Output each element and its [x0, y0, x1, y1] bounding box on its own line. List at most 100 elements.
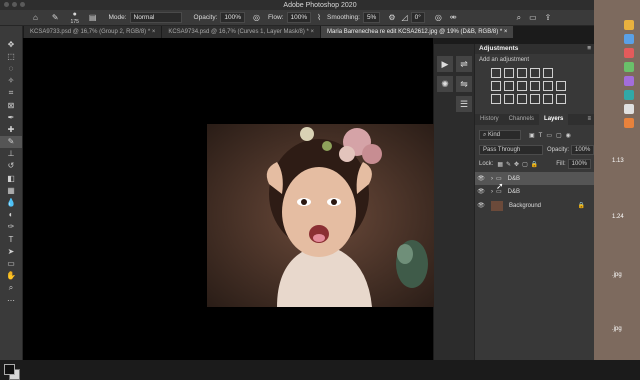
clone-stamp-icon[interactable]: ⊥: [0, 148, 22, 160]
tab-history[interactable]: History: [475, 114, 504, 125]
tab-layers[interactable]: Layers: [539, 114, 569, 125]
path-select-icon[interactable]: ➤: [0, 245, 22, 257]
brush-size-picker[interactable]: ● 175: [71, 11, 79, 25]
brightness-contrast-icon[interactable]: [491, 68, 501, 78]
tab-document-1[interactable]: KCSA9733.psd @ 16,7% (Group 2, RGB/8) * …: [24, 26, 163, 38]
pressure-opacity-icon[interactable]: ◎: [253, 13, 260, 22]
filter-type-icons[interactable]: ▣T▭▢◉: [529, 132, 575, 139]
dock-app-icon[interactable]: [624, 20, 634, 30]
gradient-tool-icon[interactable]: ▦: [0, 184, 22, 196]
brush-settings-icon[interactable]: ▤: [89, 13, 97, 22]
brush-tool-preset-icon[interactable]: ✎: [52, 13, 59, 22]
dock-app-icon[interactable]: [624, 48, 634, 58]
mode-select[interactable]: Normal: [129, 12, 182, 23]
curves-icon[interactable]: [517, 68, 527, 78]
dock-app-icon[interactable]: [624, 34, 634, 44]
close-icon[interactable]: ×: [504, 29, 508, 35]
frame-tool-icon[interactable]: ⊠: [0, 99, 22, 111]
photo-filter-icon[interactable]: [517, 81, 527, 91]
type-tool-icon[interactable]: T: [0, 233, 22, 245]
desktop-file-label[interactable]: 1.13: [612, 158, 624, 164]
more-tools-icon[interactable]: ⋯: [0, 294, 22, 306]
opacity-field[interactable]: 100%: [220, 12, 245, 23]
color-icon[interactable]: ✺: [437, 76, 453, 92]
blur-tool-icon[interactable]: 💧: [0, 196, 22, 208]
libraries-icon[interactable]: ☰: [456, 96, 472, 112]
symmetry-icon[interactable]: ⚮: [450, 13, 457, 22]
selective-color-icon[interactable]: [543, 94, 553, 104]
quick-select-icon[interactable]: ✧: [0, 75, 22, 87]
lasso-tool-icon[interactable]: ◌: [0, 62, 22, 74]
rectangle-tool-icon[interactable]: ▭: [0, 257, 22, 269]
color-balance-icon[interactable]: [491, 81, 501, 91]
layer-row[interactable]: 👁 › ▭ D&B: [475, 185, 595, 198]
share-icon[interactable]: ⇪: [545, 13, 552, 22]
window-controls[interactable]: [4, 2, 25, 7]
history-brush-icon[interactable]: ↺: [0, 160, 22, 172]
search-icon[interactable]: ⌕: [517, 13, 521, 22]
fill-field[interactable]: 100%: [567, 159, 591, 169]
zoom-tool-icon[interactable]: ⌕: [0, 282, 22, 294]
vibrance-icon[interactable]: [543, 68, 553, 78]
tab-document-3[interactable]: Maria Barrenechea re edit KCSA2612.jpg @…: [321, 26, 515, 38]
angle-field[interactable]: 0°: [410, 12, 425, 23]
hue-sat-icon[interactable]: [556, 81, 566, 91]
crop-tool-icon[interactable]: ⌗: [0, 87, 22, 99]
brush-panel-icon[interactable]: ⇋: [456, 76, 472, 92]
chevron-right-icon[interactable]: ›: [491, 176, 493, 182]
posterize-icon[interactable]: [504, 94, 514, 104]
blend-mode-select[interactable]: Pass Through: [479, 145, 543, 155]
healing-brush-icon[interactable]: ✚: [0, 123, 22, 135]
black-white-icon[interactable]: [504, 81, 514, 91]
hand-tool-icon[interactable]: ✋: [0, 270, 22, 282]
dock-app-icon[interactable]: [624, 90, 634, 100]
desktop-file-label[interactable]: .jpg: [612, 326, 622, 332]
close-icon[interactable]: ×: [311, 29, 315, 35]
chevron-right-icon[interactable]: ›: [491, 189, 493, 195]
layer-row[interactable]: 👁 › ▭ D&B: [475, 172, 595, 185]
eye-icon[interactable]: 👁: [475, 202, 487, 209]
lock-icons[interactable]: ▦✎✥▢🔒: [497, 161, 541, 168]
smoothing-field[interactable]: 5%: [362, 12, 381, 23]
dodge-tool-icon[interactable]: ◐: [0, 209, 22, 221]
document-image[interactable]: [207, 124, 437, 307]
eye-icon[interactable]: 👁: [475, 175, 487, 182]
levels-icon[interactable]: [504, 68, 514, 78]
foreground-color-swatch[interactable]: [4, 364, 15, 375]
gear-icon[interactable]: ⚙: [388, 13, 395, 22]
panel-menu-icon[interactable]: ≡: [587, 44, 591, 54]
desktop-file-label[interactable]: 1.24: [612, 214, 624, 220]
pressure-size-icon[interactable]: ◎: [435, 13, 442, 22]
dock-app-icon[interactable]: [624, 104, 634, 114]
panel-menu-icon[interactable]: ≡: [587, 114, 591, 125]
eyedropper-icon[interactable]: ✒: [0, 111, 22, 123]
desktop-file-label[interactable]: .jpg: [612, 272, 622, 278]
pen-tool-icon[interactable]: ✑: [0, 221, 22, 233]
marquee-tool-icon[interactable]: ⬚: [0, 50, 22, 62]
move-tool-icon[interactable]: ✥: [0, 38, 22, 50]
airbrush-icon[interactable]: ⌇: [317, 13, 321, 22]
brush-tool-icon[interactable]: ✎: [0, 135, 22, 148]
gradient-map-icon[interactable]: [530, 94, 540, 104]
channel-mixer-icon[interactable]: [530, 81, 540, 91]
layer-filter-select[interactable]: ⌕ Kind: [479, 130, 521, 140]
eye-icon[interactable]: 👁: [475, 188, 487, 195]
dock-app-icon[interactable]: [624, 62, 634, 72]
tab-channels[interactable]: Channels: [504, 114, 539, 125]
extra-adjustment-icon[interactable]: [556, 94, 566, 104]
threshold-icon[interactable]: [517, 94, 527, 104]
layer-opacity-field[interactable]: 100%: [571, 145, 595, 155]
play-icon[interactable]: ▶: [437, 56, 453, 72]
workspace-icon[interactable]: ▭: [529, 13, 537, 22]
eraser-icon[interactable]: ◧: [0, 172, 22, 184]
invert-icon[interactable]: [491, 94, 501, 104]
exposure-icon[interactable]: [530, 68, 540, 78]
dock-app-icon[interactable]: [624, 76, 634, 86]
home-icon[interactable]: ⌂: [33, 13, 38, 22]
color-lookup-icon[interactable]: [543, 81, 553, 91]
dock-app-icon[interactable]: [624, 118, 634, 128]
layer-row[interactable]: 👁 Background 🔒: [475, 199, 595, 212]
properties-icon[interactable]: ⇌: [456, 56, 472, 72]
tab-document-2[interactable]: KCSA9734.psd @ 16,7% (Curves 1, Layer Ma…: [162, 26, 322, 38]
flow-field[interactable]: 100%: [286, 12, 312, 23]
